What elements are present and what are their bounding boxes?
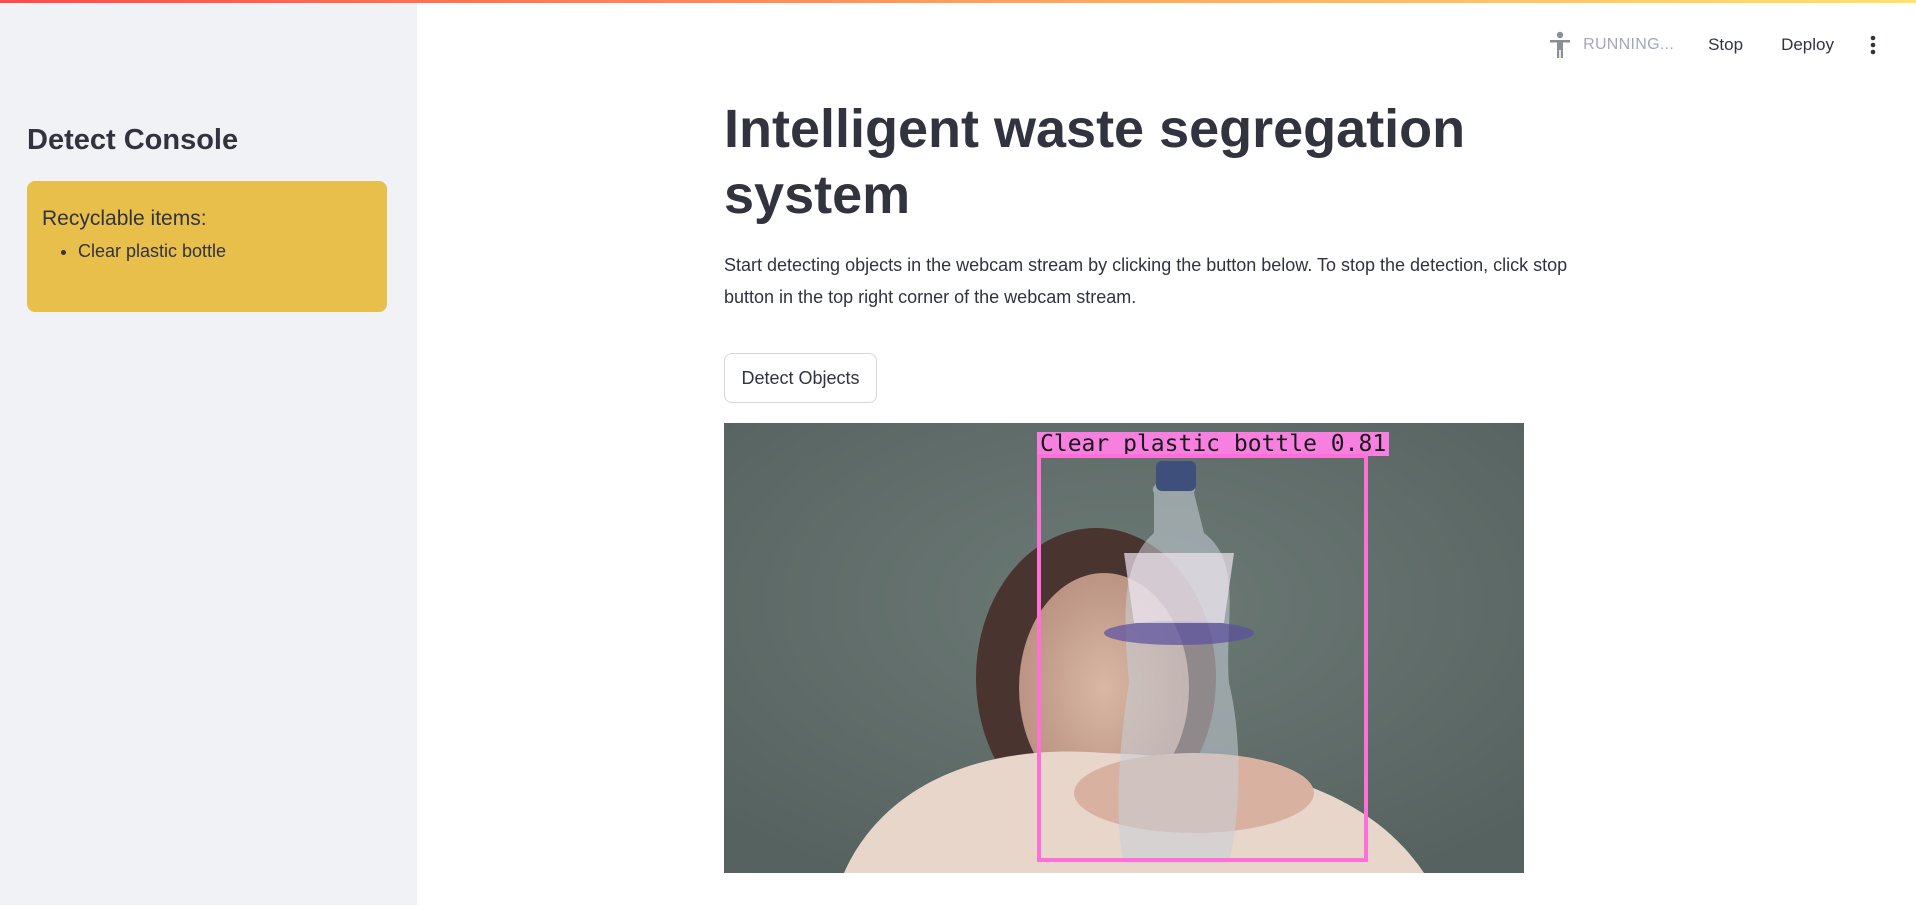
deploy-button[interactable]: Deploy xyxy=(1773,29,1842,61)
detection-label: Clear plastic bottle 0.81 xyxy=(1037,432,1390,456)
page-description: Start detecting objects in the webcam st… xyxy=(724,255,1568,307)
detection-bounding-box xyxy=(1037,454,1368,862)
recyclable-items-list: Clear plastic bottle xyxy=(42,237,372,265)
sidebar-title: Detect Console xyxy=(27,124,239,156)
alert-heading: Recyclable items: xyxy=(42,207,207,230)
app-toolbar: RUNNING... Stop Deploy xyxy=(1545,28,1916,62)
detect-objects-button[interactable]: Detect Objects xyxy=(724,353,877,403)
page-title: Intelligent waste segregation system xyxy=(724,99,1466,225)
stop-button[interactable]: Stop xyxy=(1700,29,1751,61)
running-person-icon xyxy=(1545,28,1575,62)
vertical-ellipsis-icon xyxy=(1870,35,1876,55)
top-decoration-bar xyxy=(0,0,1916,3)
list-item: Clear plastic bottle xyxy=(78,237,372,265)
recyclable-alert: Recyclable items: Clear plastic bottle xyxy=(27,181,387,312)
webcam-stream: Clear plastic bottle 0.81 xyxy=(724,423,1524,873)
sidebar: Detect Console Recyclable items: Clear p… xyxy=(0,0,417,905)
running-status: RUNNING... xyxy=(1583,36,1675,53)
main-menu-button[interactable] xyxy=(1856,28,1890,62)
